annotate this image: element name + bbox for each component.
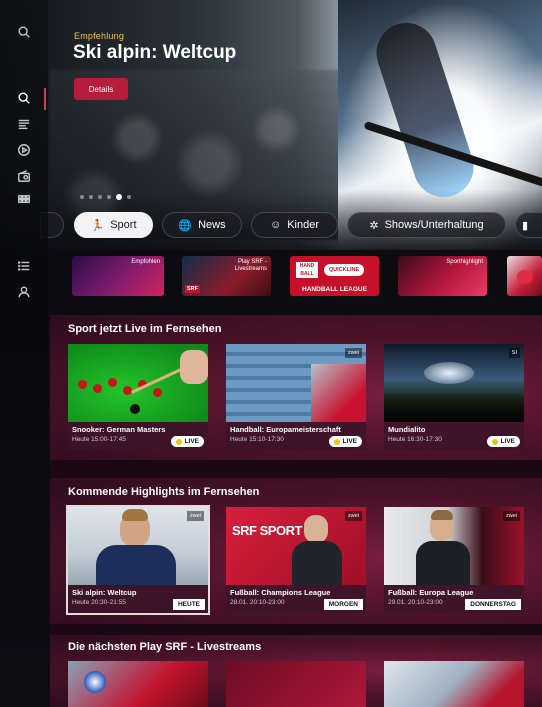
day-badge: DONNERSTAG bbox=[465, 599, 521, 610]
card-time: Heute 15:00-17:45 bbox=[72, 436, 126, 443]
card-title: Fußball: Europa League bbox=[388, 588, 474, 597]
live-card-snooker[interactable]: LIVE Snooker: German Masters Heute 15:00… bbox=[68, 344, 208, 450]
smile-icon: ☺ bbox=[269, 219, 282, 231]
carousel-dot[interactable] bbox=[107, 195, 111, 199]
radio-icon[interactable] bbox=[16, 168, 32, 184]
card-time: 28.01. 20:10-23:00 bbox=[230, 599, 285, 606]
highlight-card-ski[interactable]: zwei HEUTE Ski alpin: Weltcup Heute 20:3… bbox=[66, 505, 210, 615]
live-card-mundialito[interactable]: SI LIVE Mundialito Heute 16:30-17:30 bbox=[384, 344, 524, 450]
livestream-card[interactable] bbox=[68, 661, 208, 707]
thumbnail: zwei bbox=[384, 507, 524, 585]
carousel-dot[interactable] bbox=[89, 195, 93, 199]
book-icon: ▮ bbox=[522, 219, 529, 232]
grid-icon[interactable] bbox=[16, 193, 32, 209]
thumbnail: zwei bbox=[226, 344, 366, 422]
thumbnail bbox=[226, 661, 366, 707]
card-time: 29.01. 20:10-23:00 bbox=[388, 599, 443, 606]
hero-kicker: Empfehlung bbox=[74, 31, 125, 41]
highlight-card-champions-league[interactable]: SRF SPORT zwei MORGEN Fußball: Champions… bbox=[226, 507, 366, 613]
carousel-dot-active[interactable] bbox=[116, 194, 122, 200]
category-pill-sport[interactable]: 🏃 Sport bbox=[74, 212, 153, 238]
card-time: Heute 20:30-21:55 bbox=[72, 599, 126, 606]
handball-ball-icon bbox=[84, 671, 106, 693]
card-title: Snooker: German Masters bbox=[72, 425, 166, 434]
search-icon[interactable] bbox=[16, 24, 32, 40]
livestream-card[interactable] bbox=[226, 661, 366, 707]
channel-tile-boxing[interactable] bbox=[507, 256, 542, 296]
thumbnail bbox=[68, 344, 208, 422]
home-search-icon[interactable] bbox=[16, 90, 32, 106]
thumbnail: zwei bbox=[68, 507, 208, 585]
category-pill-news[interactable]: 🌐 News bbox=[162, 212, 242, 238]
carousel-dot[interactable] bbox=[98, 195, 102, 199]
livestream-card[interactable] bbox=[384, 661, 524, 707]
channel-tile-handball-league[interactable]: HAND BALL QUICKLINE HANDBALL LEAGUE bbox=[290, 256, 379, 296]
handball-logo-icon: HAND BALL bbox=[296, 262, 318, 278]
details-button[interactable]: Details bbox=[74, 78, 128, 100]
highlight-card-europa-league[interactable]: zwei DONNERSTAG Fußball: Europa League 2… bbox=[384, 507, 524, 613]
carousel-dot[interactable] bbox=[127, 195, 131, 199]
card-title: Fußball: Champions League bbox=[230, 588, 331, 597]
thumbnail: SI bbox=[384, 344, 524, 422]
thumbnail: SRF SPORT zwei bbox=[226, 507, 366, 585]
list-icon[interactable] bbox=[16, 258, 32, 274]
section-title: Die nächsten Play SRF - Livestreams bbox=[68, 641, 262, 653]
active-indicator bbox=[44, 88, 46, 110]
thumbnail bbox=[384, 661, 524, 707]
live-badge: LIVE bbox=[170, 436, 204, 447]
day-badge: HEUTE bbox=[172, 599, 205, 610]
profile-icon[interactable] bbox=[16, 284, 32, 300]
srf-zwei-logo-icon: zwei bbox=[186, 511, 204, 521]
section-title: Kommende Highlights im Fernsehen bbox=[68, 486, 260, 498]
hero-title: Ski alpin: Weltcup bbox=[73, 42, 237, 63]
card-title: Handball: Europameisterschaft bbox=[230, 425, 341, 434]
carousel-indicator[interactable] bbox=[80, 194, 131, 200]
channel-tile-livestreams[interactable]: Play SRF - Livestreams SRF bbox=[182, 256, 271, 296]
carousel-dot[interactable] bbox=[80, 195, 84, 199]
section-title: Sport jetzt Live im Fernsehen bbox=[68, 323, 222, 335]
srf-zwei-logo-icon: zwei bbox=[344, 348, 362, 358]
channel-logo-icon: SI bbox=[508, 348, 520, 358]
category-pill-next[interactable]: ▮ bbox=[515, 212, 542, 238]
category-pill-kinder[interactable]: ☺ Kinder bbox=[251, 212, 338, 238]
day-badge: MORGEN bbox=[323, 599, 363, 610]
quickline-logo-icon: QUICKLINE bbox=[324, 264, 364, 276]
srf-sport-logo-icon: SRF SPORT bbox=[232, 523, 302, 538]
live-badge: LIVE bbox=[328, 436, 362, 447]
globe-icon: 🌐 bbox=[178, 219, 193, 232]
tv-guide-icon[interactable] bbox=[16, 116, 32, 132]
channel-tile-sporthighlight[interactable]: Sporthighlight bbox=[398, 256, 487, 296]
channel-tile-empfohlen[interactable]: Empfohlen bbox=[72, 256, 164, 296]
srf-zwei-logo-icon: zwei bbox=[344, 511, 362, 521]
running-icon: 🏃 bbox=[90, 219, 105, 232]
card-time: Heute 16:30-17:30 bbox=[388, 436, 442, 443]
play-icon[interactable] bbox=[16, 142, 32, 158]
card-title: Mundialito bbox=[388, 425, 426, 434]
srf-zwei-logo-icon: zwei bbox=[502, 511, 520, 521]
card-time: Heute 15:10-17:30 bbox=[230, 436, 284, 443]
sidebar bbox=[0, 0, 48, 707]
thumbnail bbox=[68, 661, 208, 707]
card-title: Ski alpin: Weltcup bbox=[72, 588, 137, 597]
srf-logo-icon: SRF bbox=[185, 285, 200, 293]
puzzle-icon: ✲ bbox=[369, 219, 379, 232]
category-pill-shows[interactable]: ✲ Shows/Unterhaltung bbox=[347, 212, 506, 238]
live-card-handball[interactable]: zwei LIVE Handball: Europameisterschaft … bbox=[226, 344, 366, 450]
live-badge: LIVE bbox=[486, 436, 520, 447]
boxing-glove-icon bbox=[517, 270, 533, 284]
